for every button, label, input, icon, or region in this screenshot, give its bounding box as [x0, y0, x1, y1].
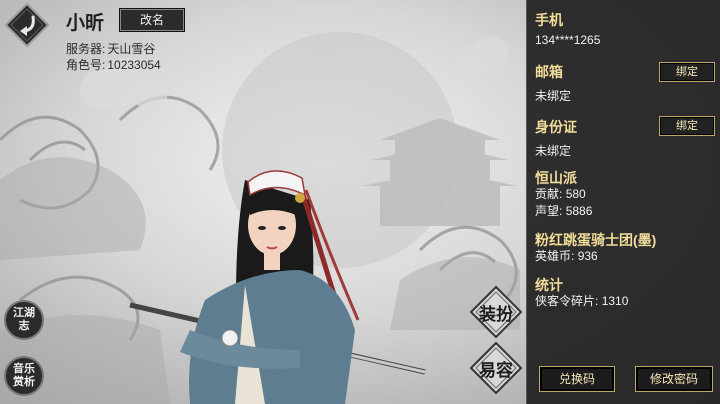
redeem-code-button[interactable]: 兑换码 [539, 366, 615, 392]
contribution-row: 贡献: 580 [535, 185, 586, 202]
hero-coin-value: 936 [577, 249, 598, 263]
music-gallery-label: 音乐赏析 [13, 363, 35, 388]
email-title: 邮箱 [535, 64, 563, 80]
hero-coin-label: 英雄币: [535, 249, 575, 263]
phone-value: 134****1265 [535, 33, 601, 47]
player-name: 小昕 [66, 13, 105, 34]
fame-label: 声望: [535, 204, 563, 218]
contribution-label: 贡献: [535, 187, 563, 201]
email-bind-button[interactable]: 绑定 [659, 62, 715, 82]
server-info: 服务器: 天山雪谷 [66, 40, 155, 57]
server-label: 服务器: [66, 42, 106, 56]
music-gallery-button[interactable]: 音乐赏析 [4, 356, 44, 396]
dress-up-label: 装扮 [479, 304, 513, 324]
role-id-label: 角色号: [66, 58, 106, 72]
role-id-info: 角色号: 10233054 [66, 56, 161, 73]
id-card-title: 身份证 [535, 119, 577, 135]
token-fragment-row: 侠客令碎片: 1310 [535, 292, 628, 309]
id-card-bind-button[interactable]: 绑定 [659, 116, 715, 136]
phone-title: 手机 [535, 12, 563, 28]
back-button[interactable] [4, 2, 50, 48]
jianghu-journal-button[interactable]: 江湖志 [4, 300, 44, 340]
fame-row: 声望: 5886 [535, 202, 592, 219]
rename-button[interactable]: 改名 [120, 9, 184, 31]
hero-coin-row: 英雄币: 936 [535, 247, 598, 264]
token-fragment-value: 1310 [601, 294, 629, 308]
token-fragment-label: 侠客令碎片: [535, 294, 599, 308]
id-card-value: 未绑定 [535, 144, 572, 158]
email-value: 未绑定 [535, 89, 572, 103]
appearance-label: 易容 [479, 360, 513, 380]
profile-screen: 小昕 改名 服务器: 天山雪谷 角色号: 10233054 江湖志 音乐赏析 装扮 … [0, 0, 720, 404]
jianghu-journal-label: 江湖志 [13, 307, 35, 332]
role-id-value: 10233054 [107, 58, 161, 72]
account-info-panel: 手机 134****1265 邮箱 绑定 未绑定 身份证 绑定 未绑定 恒山派 … [526, 0, 720, 404]
change-password-button[interactable]: 修改密码 [635, 366, 713, 392]
appearance-button[interactable]: 易容 [469, 341, 523, 395]
dress-up-button[interactable]: 装扮 [469, 285, 523, 339]
back-arrow-icon [4, 2, 50, 48]
contribution-value: 580 [565, 187, 586, 201]
server-value: 天山雪谷 [107, 42, 156, 56]
fame-value: 5886 [565, 204, 593, 218]
